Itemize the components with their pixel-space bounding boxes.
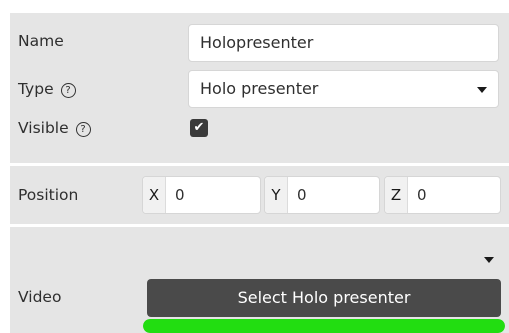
position-x-field[interactable]: X 0: [142, 176, 261, 214]
x-axis-tag: X: [143, 177, 166, 213]
type-label-row: Type ?: [18, 80, 76, 98]
help-circle-icon[interactable]: ?: [60, 83, 76, 98]
help-circle-icon[interactable]: ?: [75, 122, 91, 137]
y-value: 0: [297, 186, 307, 204]
z-axis-tag: Z: [385, 177, 408, 213]
name-input[interactable]: Holopresenter: [188, 24, 499, 62]
visible-label-row: Visible ?: [18, 119, 91, 137]
video-label: Video: [18, 288, 62, 306]
chevron-down-icon[interactable]: [484, 257, 494, 263]
type-select[interactable]: Holo presenter: [188, 70, 499, 108]
z-value: 0: [417, 186, 427, 204]
select-holo-presenter-button[interactable]: Select Holo presenter: [147, 279, 501, 317]
chevron-down-icon: [477, 87, 487, 93]
video-progress-bar: [143, 319, 505, 333]
name-label: Name: [18, 32, 64, 50]
visible-label: Visible: [18, 119, 69, 137]
position-label: Position: [18, 186, 79, 204]
top-strip: [0, 0, 509, 12]
type-label: Type: [18, 80, 54, 98]
checkmark-icon: ✔: [193, 120, 205, 135]
type-select-value: Holo presenter: [200, 79, 319, 98]
y-axis-tag: Y: [265, 177, 288, 213]
visible-checkbox[interactable]: ✔: [190, 119, 208, 137]
video-progress-fill: [143, 319, 505, 333]
position-z-field[interactable]: Z 0: [384, 176, 501, 214]
position-y-field[interactable]: Y 0: [264, 176, 380, 214]
x-value: 0: [175, 186, 185, 204]
